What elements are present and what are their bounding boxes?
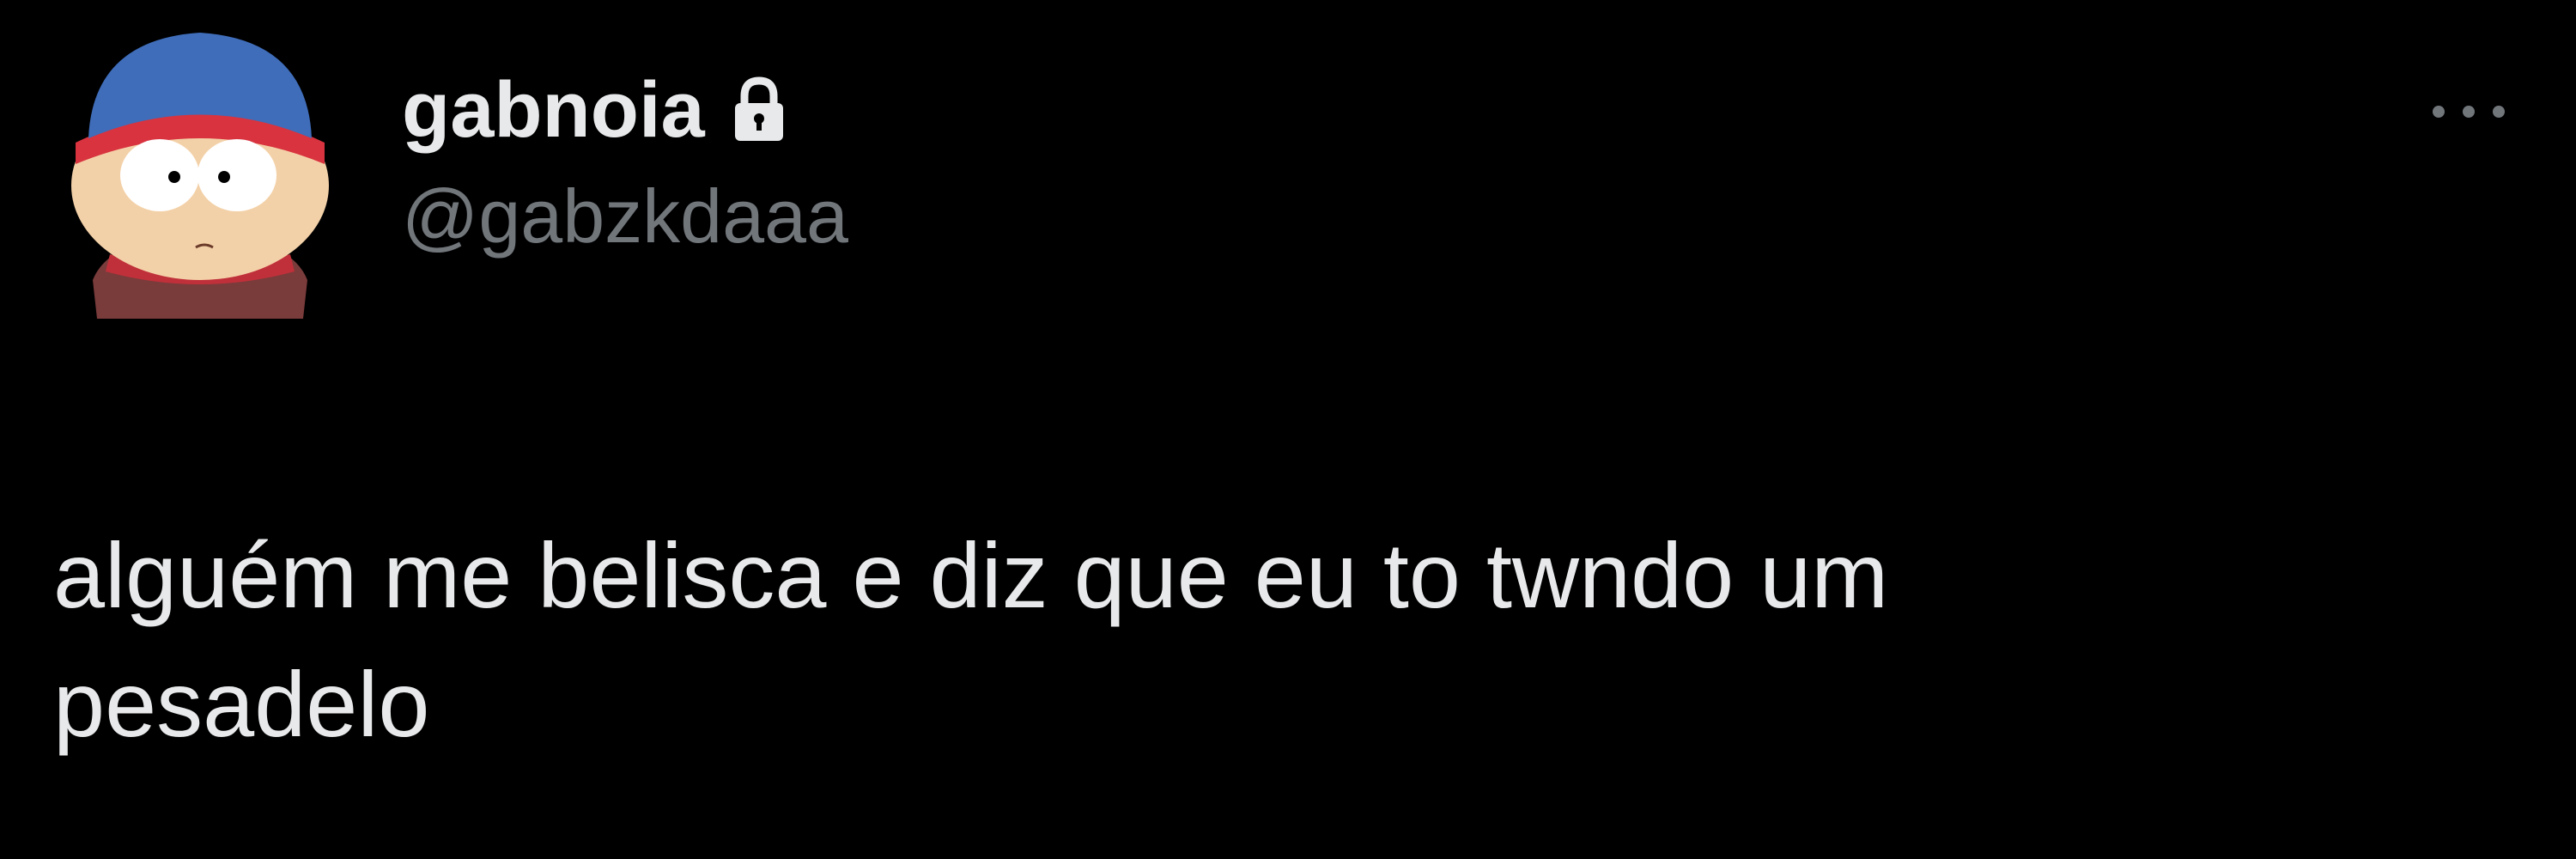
stan-marsh-avatar-icon — [71, 33, 329, 319]
author-handle[interactable]: @gabzkdaaa — [402, 179, 848, 254]
more-options-icon — [2433, 106, 2505, 118]
more-options-button[interactable] — [2417, 86, 2520, 137]
avatar[interactable] — [58, 22, 342, 319]
lock-icon — [731, 76, 787, 144]
tweet-card: gabnoia @gabzkdaaa alguém me belisca e d… — [0, 0, 2576, 859]
tweet-text: alguém me belisca e diz que eu to twndo … — [53, 523, 1889, 756]
author-display-name[interactable]: gabnoia — [402, 70, 705, 149]
name-row: gabnoia — [402, 60, 848, 160]
author-identity: gabnoia @gabzkdaaa — [402, 60, 848, 254]
